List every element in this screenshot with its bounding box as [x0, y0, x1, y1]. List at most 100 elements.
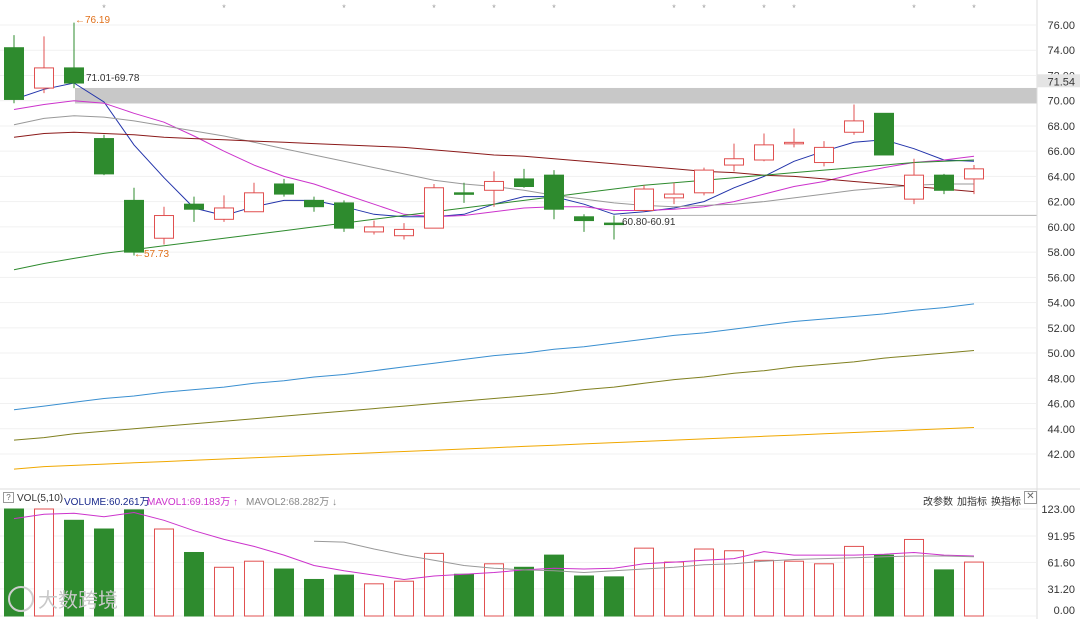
candle-body — [454, 192, 474, 195]
price-tick-label: 50.00 — [1047, 348, 1075, 360]
candle — [364, 220, 384, 235]
volume-bar — [934, 569, 954, 617]
help-icon[interactable]: ? — [3, 492, 14, 503]
volume-bar — [304, 578, 324, 617]
volume-value: VOLUME:60.261万 — [64, 497, 150, 508]
candle — [814, 141, 834, 167]
volume-bar — [724, 550, 744, 617]
candle — [874, 112, 894, 156]
volume-bar — [184, 551, 204, 617]
volume-bar — [904, 538, 924, 617]
volume-bar — [784, 560, 804, 617]
event-marker: * — [972, 3, 976, 13]
candle — [64, 22, 84, 89]
candle-body — [424, 187, 444, 229]
candle-body — [484, 180, 504, 191]
candle — [214, 195, 234, 222]
volume-tick-label: 0.00 — [1054, 605, 1075, 617]
add-indicator-button[interactable]: 加指标 — [957, 493, 987, 508]
candle-body — [544, 174, 564, 210]
price-tick-label: 54.00 — [1047, 298, 1075, 310]
volume-bar — [874, 554, 894, 617]
candle-body — [814, 146, 834, 164]
candle — [154, 206, 174, 245]
volume-bar — [454, 573, 474, 617]
candle — [934, 173, 954, 195]
volume-bar — [604, 576, 624, 617]
candle-body — [574, 216, 594, 222]
candle — [244, 182, 264, 213]
switch-indicator-button[interactable]: 换指标 — [991, 493, 1021, 508]
price-tick-label: 44.00 — [1047, 424, 1075, 436]
candle — [514, 168, 534, 188]
volume-bar — [754, 559, 774, 617]
modify-params-button[interactable]: 改参数 — [923, 493, 953, 508]
candle — [394, 223, 414, 240]
candle — [634, 185, 654, 212]
candle-body — [874, 112, 894, 156]
candlesticks — [4, 22, 984, 256]
ma-line-7 — [13, 427, 975, 470]
candle — [94, 134, 114, 176]
candle-body — [4, 47, 24, 100]
candle-body — [664, 193, 684, 199]
close-icon[interactable]: ✕ — [1024, 491, 1037, 504]
candle — [574, 214, 594, 232]
price-tick-label: 60.00 — [1047, 222, 1075, 234]
volume-bar — [244, 560, 264, 617]
volume-bar — [964, 561, 984, 617]
ma-line-6 — [13, 350, 975, 441]
volume-bar — [514, 566, 534, 617]
price-axis: 76.0074.0072.0070.0068.0066.0064.0062.00… — [0, 0, 1080, 490]
volume-bar — [364, 583, 384, 617]
watermark-logo-icon — [8, 585, 34, 612]
candle — [664, 182, 684, 205]
candle — [904, 158, 924, 205]
candle — [724, 143, 744, 172]
gap-upper-annotation: 71.01-69.78 — [86, 73, 140, 84]
last-price-label: 71.54 — [1047, 76, 1075, 88]
volume-bar — [394, 580, 414, 617]
volume-bar — [664, 561, 684, 617]
candle-body — [904, 174, 924, 200]
volume-bar — [334, 574, 354, 617]
high-price-annotation: ←76.19 — [75, 15, 110, 26]
volume-tick-label: 91.95 — [1047, 531, 1075, 543]
candle — [304, 196, 324, 212]
mavol2-value: MAVOL2:68.282万 ↓ — [246, 497, 337, 508]
price-tick-label: 76.00 — [1047, 20, 1075, 32]
event-marker: * — [792, 3, 796, 13]
event-marker: * — [762, 3, 766, 13]
price-tick-label: 58.00 — [1047, 247, 1075, 259]
candle — [754, 133, 774, 162]
watermark: 大数跨境 — [8, 584, 148, 614]
volume-bar — [544, 554, 564, 617]
candle — [424, 183, 444, 229]
candle-body — [724, 158, 744, 166]
price-tick-label: 56.00 — [1047, 272, 1075, 284]
candle-body — [274, 183, 294, 195]
candle-body — [364, 226, 384, 233]
price-tick-label: 62.00 — [1047, 197, 1075, 209]
price-annotations: ←76.19 ←57.73 71.01-69.78 60.80-60.91 * * * * * *… — [75, 3, 976, 260]
candle — [124, 187, 144, 256]
volume-legend: ? VOL(5,10) VOLUME:60.261万 MAVOL1:69.183… — [0, 490, 1080, 508]
candle-body — [304, 199, 324, 208]
candle-body — [214, 207, 234, 220]
gap-band-rect — [75, 87, 1037, 104]
candle-body — [64, 67, 84, 84]
price-tick-label: 64.00 — [1047, 171, 1075, 183]
candle-body — [34, 67, 54, 89]
candle — [544, 170, 564, 220]
event-marker: * — [492, 3, 496, 13]
volume-tick-label: 61.60 — [1047, 557, 1075, 569]
price-tick-label: 46.00 — [1047, 399, 1075, 411]
watermark-text: 大数跨境 — [38, 590, 118, 612]
candle-body — [334, 202, 354, 229]
candle — [454, 182, 474, 203]
price-tick-label: 48.00 — [1047, 373, 1075, 385]
price-tick-label: 42.00 — [1047, 449, 1075, 461]
candle-body — [604, 222, 624, 226]
candle-body — [124, 199, 144, 253]
stock-chart: 76.0074.0072.0070.0068.0066.0064.0062.00… — [0, 0, 1080, 619]
